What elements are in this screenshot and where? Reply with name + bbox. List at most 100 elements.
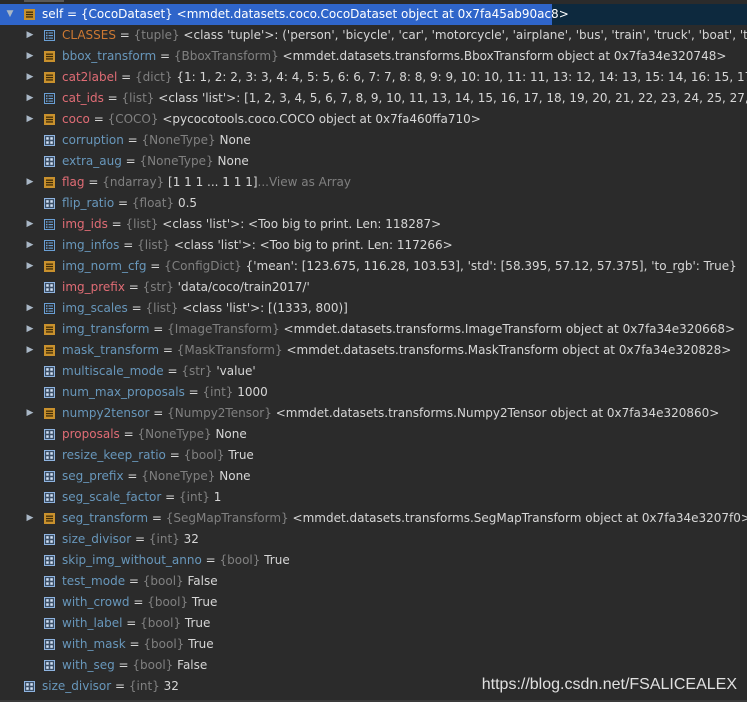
variable-type: {dict} [135, 70, 173, 84]
expand-arrow-icon[interactable]: ▶ [24, 319, 36, 340]
variable-name: img_norm_cfg [62, 259, 147, 273]
variable-name: with_crowd [62, 595, 130, 609]
tree-row[interactable]: ▶ img_ids = {list} <class 'list'>: <Too b… [0, 214, 747, 235]
tree-row[interactable]: ▶ img_scales = {list} <class 'list'>: [(1… [0, 298, 747, 319]
variable-name: img_ids [62, 217, 108, 231]
tree-row[interactable]: ▶ flag = {ndarray} [1 1 1 ... 1 1 1]...Vi… [0, 172, 747, 193]
variable-value: 0.5 [177, 196, 198, 210]
field-icon [44, 198, 55, 209]
tree-row[interactable]: img_prefix = {str} 'data/coco/train2017/… [0, 277, 747, 298]
tree-row[interactable]: ▶ mask_transform = {MaskTransform} <mmdet… [0, 340, 747, 361]
variable-name: mask_transform [62, 343, 160, 357]
tree-row[interactable]: test_mode = {bool} False [0, 571, 747, 592]
variable-value: <class 'list'>: [(1333, 800)] [182, 301, 348, 315]
variable-name: test_mode [62, 574, 126, 588]
variable-value: <class 'list'>: [1, 2, 3, 4, 5, 6, 7, 8,… [158, 91, 747, 105]
variable-value: <class 'list'>: <Too big to print. Len: … [162, 217, 442, 231]
watermark: https://blog.csdn.net/FSALICEALEX [481, 676, 737, 693]
variable-type: {NoneType} [137, 427, 212, 441]
expand-arrow-icon[interactable]: ▶ [24, 235, 36, 256]
tree-row[interactable]: skip_img_without_anno = {bool} True [0, 550, 747, 571]
tree-row[interactable]: ▶ coco = {COCO} <pycocotools.coco.COCO ob… [0, 109, 747, 130]
tree-row[interactable]: ▶ img_norm_cfg = {ConfigDict} {'mean': [1… [0, 256, 747, 277]
variable-value: True [191, 595, 218, 609]
variable-value: <mmdet.datasets.transforms.MaskTransform… [286, 343, 732, 357]
variable-name: corruption [62, 133, 124, 147]
tree-row[interactable]: ▼ self = {CocoDataset} <mmdet.datasets.co… [0, 4, 747, 25]
expand-arrow-icon[interactable]: ▶ [24, 256, 36, 277]
variable-value: {'mean': [123.675, 116.28, 103.53], 'std… [245, 259, 737, 273]
tree-row[interactable]: ▶ cat2label = {dict} {1: 1, 2: 2, 3: 3, 4… [0, 67, 747, 88]
expand-arrow-icon[interactable]: ▶ [24, 214, 36, 235]
expand-arrow-icon[interactable]: ▶ [24, 88, 36, 109]
variable-value: None [215, 427, 247, 441]
variable-type: {int} [128, 679, 160, 693]
tree-row[interactable]: flip_ratio = {float} 0.5 [0, 193, 747, 214]
variable-type: {MaskTransform} [176, 343, 283, 357]
expand-arrow-icon[interactable]: ▶ [24, 67, 36, 88]
variable-value: <mmdet.datasets.transforms.Numpy2Tensor … [275, 406, 720, 420]
tree-row[interactable]: multiscale_mode = {str} 'value' [0, 361, 747, 382]
expand-arrow-icon[interactable]: ▶ [24, 298, 36, 319]
tree-row[interactable]: ▶ seg_transform = {SegMapTransform} <mmde… [0, 508, 747, 529]
expand-arrow-icon[interactable]: ▶ [24, 172, 36, 193]
collapse-arrow-icon[interactable]: ▼ [4, 4, 16, 25]
object-icon [44, 114, 55, 125]
variable-value: 1000 [237, 385, 268, 399]
tree-row[interactable]: size_divisor = {int} 32 [0, 529, 747, 550]
variable-value: False [177, 658, 208, 672]
tree-row[interactable]: ▶ img_transform = {ImageTransform} <mmdet… [0, 319, 747, 340]
variable-type: {NoneType} [141, 469, 216, 483]
variable-type: {ConfigDict} [164, 259, 242, 273]
variable-name: bbox_transform [62, 49, 157, 63]
variable-type: {NoneType} [141, 133, 216, 147]
tree-row[interactable]: seg_scale_factor = {int} 1 [0, 487, 747, 508]
variable-name: skip_img_without_anno [62, 553, 202, 567]
object-icon [44, 324, 55, 335]
tree-row[interactable]: num_max_proposals = {int} 1000 [0, 382, 747, 403]
expand-arrow-icon[interactable]: ▶ [24, 25, 36, 46]
expand-arrow-icon[interactable]: ▶ [24, 46, 36, 67]
tree-row[interactable]: ▶ bbox_transform = {BboxTransform} <mmdet… [0, 46, 747, 67]
tree-row[interactable]: with_seg = {bool} False [0, 655, 747, 676]
variable-type: {bool} [142, 574, 184, 588]
expand-arrow-icon[interactable]: ▶ [24, 403, 36, 424]
tree-row[interactable]: with_crowd = {bool} True [0, 592, 747, 613]
variable-type: {int} [148, 532, 180, 546]
variable-value: 'value' [216, 364, 256, 378]
object-icon [44, 72, 55, 83]
tree-row[interactable]: proposals = {NoneType} None [0, 424, 747, 445]
field-icon [44, 156, 55, 167]
variable-type: {int} [202, 385, 234, 399]
variable-type: {bool} [143, 637, 185, 651]
field-icon [44, 534, 55, 545]
variable-value: None [217, 154, 249, 168]
tree-row[interactable]: ▶ cat_ids = {list} <class 'list'>: [1, 2,… [0, 88, 747, 109]
expand-arrow-icon[interactable]: ▶ [24, 508, 36, 529]
tree-row[interactable]: extra_aug = {NoneType} None [0, 151, 747, 172]
variable-name: coco [62, 112, 90, 126]
variable-type: {list} [125, 217, 159, 231]
variable-name: img_scales [62, 301, 128, 315]
tree-row[interactable]: with_mask = {bool} True [0, 634, 747, 655]
variable-type: {str} [181, 364, 213, 378]
variable-type: {NoneType} [139, 154, 214, 168]
variable-value: <class 'tuple'>: ('person', 'bicycle', '… [183, 28, 747, 42]
variable-name: self [42, 7, 64, 21]
list-icon [44, 303, 55, 314]
view-as-array-link[interactable]: ...View as Array [258, 175, 351, 189]
variable-name: seg_scale_factor [62, 490, 162, 504]
variable-type: {bool} [219, 553, 261, 567]
expand-arrow-icon[interactable]: ▶ [24, 340, 36, 361]
tree-row[interactable]: ▶ img_infos = {list} <class 'list'>: <Too… [0, 235, 747, 256]
tree-row[interactable]: ▶ numpy2tensor = {Numpy2Tensor} <mmdet.da… [0, 403, 747, 424]
tree-row[interactable]: corruption = {NoneType} None [0, 130, 747, 151]
variable-value: <mmdet.datasets.transforms.ImageTransfor… [283, 322, 736, 336]
tree-row[interactable]: with_label = {bool} True [0, 613, 747, 634]
expand-arrow-icon[interactable]: ▶ [24, 109, 36, 130]
variable-name: cat_ids [62, 91, 104, 105]
tree-row[interactable]: seg_prefix = {NoneType} None [0, 466, 747, 487]
tree-row[interactable]: ▶ CLASSES = {tuple} <class 'tuple'>: ('pe… [0, 25, 747, 46]
variable-value: <mmdet.datasets.transforms.SegMapTransfo… [292, 511, 747, 525]
tree-row[interactable]: resize_keep_ratio = {bool} True [0, 445, 747, 466]
